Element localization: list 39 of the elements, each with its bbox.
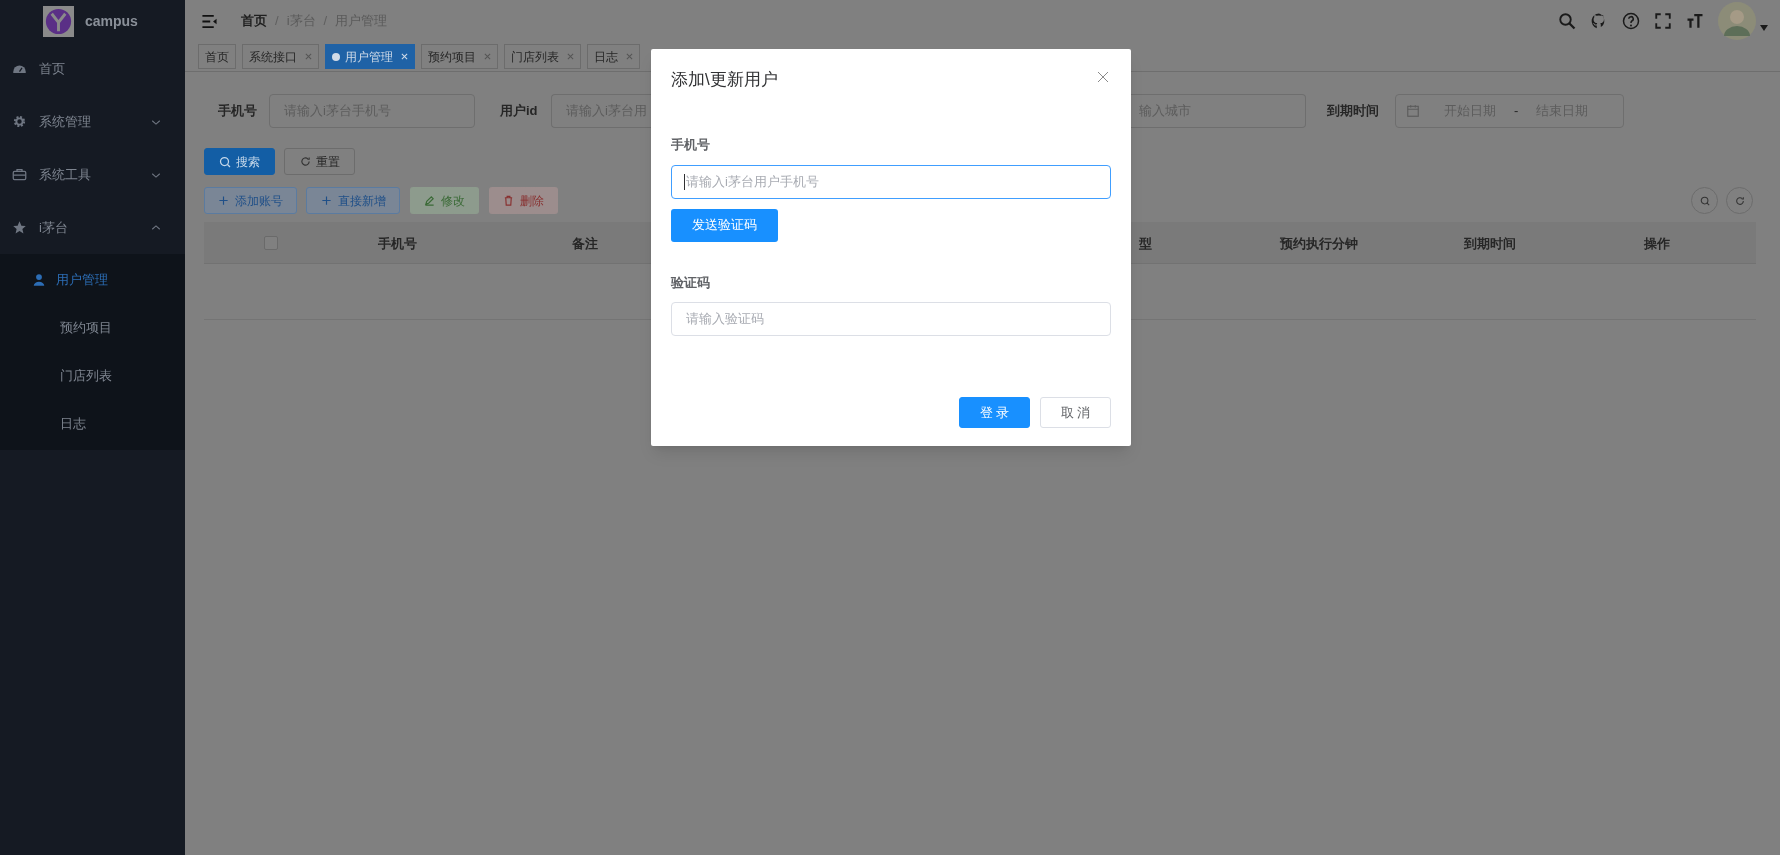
tab[interactable]: 系统接口: [242, 44, 319, 69]
breadcrumb-separator: /: [275, 12, 279, 31]
input-field[interactable]: 请输入i茅台用户手机号: [671, 164, 1111, 199]
field-label: 到期时间: [1327, 102, 1380, 121]
tab[interactable]: 日志: [587, 44, 640, 69]
column-header: 型: [1139, 235, 1152, 251]
menu-item[interactable]: 系统管理: [0, 95, 185, 148]
submenu-item[interactable]: 日志: [0, 400, 185, 448]
submenu-item[interactable]: 门店列表: [0, 352, 185, 400]
menu-item[interactable]: 首页: [0, 42, 185, 95]
action-button[interactable]: 直接新增: [306, 187, 400, 214]
field-label: 用户id: [500, 102, 539, 121]
search-button[interactable]: 搜索: [204, 148, 275, 175]
column-header: 操作: [1643, 235, 1670, 251]
submenu-item[interactable]: 用户管理: [0, 256, 185, 304]
action-button[interactable]: 添加账号: [204, 187, 297, 214]
field-label: 手机号: [218, 102, 258, 121]
menu-item[interactable]: i茅台: [0, 201, 185, 254]
field-label: 手机号: [671, 136, 711, 154]
reset-button[interactable]: 重置: [284, 148, 355, 175]
tab[interactable]: 门店列表: [504, 44, 581, 69]
column-header: 到期时间: [1464, 235, 1516, 251]
send-code-button[interactable]: 发送验证码: [671, 208, 778, 242]
breadcrumb-link[interactable]: 首页: [241, 11, 267, 31]
column-header: 预约执行分钟: [1280, 235, 1358, 251]
login-button[interactable]: 登 录: [959, 397, 1030, 428]
menu-item[interactable]: 系统工具: [0, 148, 185, 201]
tab[interactable]: 首页: [198, 44, 236, 69]
column-header: 手机号: [377, 235, 417, 251]
brand-name: campus: [85, 11, 138, 31]
tab[interactable]: 预约项目: [421, 44, 498, 69]
column-header: 备注: [572, 235, 598, 251]
input-field[interactable]: 请输入验证码: [671, 302, 1111, 336]
submenu-item[interactable]: 预约项目: [0, 304, 185, 352]
cancel-button[interactable]: 取 消: [1040, 397, 1111, 428]
tab[interactable]: 用户管理: [325, 44, 415, 69]
dialog-title: 添加\更新用户: [671, 69, 778, 91]
breadcrumb-separator: /: [323, 12, 328, 31]
field-label: 验证码: [671, 273, 711, 292]
